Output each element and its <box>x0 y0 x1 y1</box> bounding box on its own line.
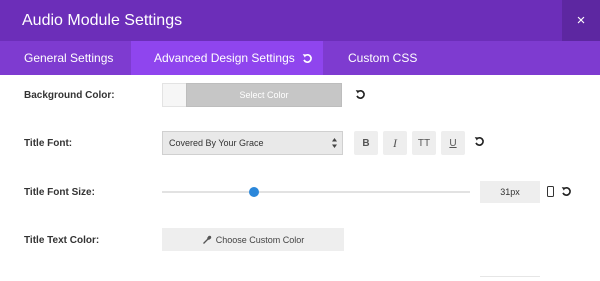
italic-label: I <box>393 135 397 150</box>
reset-icon[interactable] <box>561 186 572 197</box>
font-size-value: 31px <box>500 187 520 197</box>
title-text-color-label: Title Text Color: <box>24 235 100 246</box>
tab-custom-css[interactable]: Custom CSS <box>323 41 433 75</box>
background-color-swatch[interactable] <box>162 83 186 107</box>
title-font-label: Title Font: <box>24 138 73 149</box>
tab-general-settings[interactable]: General Settings <box>0 41 131 75</box>
select-color-button[interactable]: Select Color <box>186 83 342 107</box>
title-font-select[interactable]: Covered By Your Grace <box>162 131 343 155</box>
uppercase-label: TT <box>417 137 431 149</box>
choose-custom-color-label: Choose Custom Color <box>215 234 305 245</box>
background-color-label: Background Color: <box>24 90 115 101</box>
select-color-label: Select Color <box>239 90 289 100</box>
modal-title: Audio Module Settings <box>22 12 183 29</box>
bold-label: B <box>362 137 370 149</box>
mobile-icon[interactable] <box>547 186 554 197</box>
title-font-value: Covered By Your Grace <box>169 138 264 148</box>
eyedropper-icon <box>202 235 211 244</box>
reset-icon[interactable] <box>302 53 313 64</box>
choose-custom-color-button[interactable]: Choose Custom Color <box>162 228 344 251</box>
bold-button[interactable]: B <box>354 131 378 155</box>
close-button[interactable]: × <box>562 0 600 41</box>
font-size-input[interactable]: 31px <box>480 181 540 203</box>
tab-label: Custom CSS <box>348 51 418 65</box>
underline-label: U <box>449 137 457 149</box>
select-arrows-icon <box>332 138 337 148</box>
tab-advanced-design-settings[interactable]: Advanced Design Settings <box>131 41 323 75</box>
tab-bar: General Settings Advanced Design Setting… <box>0 41 600 75</box>
italic-button[interactable]: I <box>383 131 407 155</box>
reset-icon[interactable] <box>474 136 485 147</box>
uppercase-button[interactable]: TT <box>412 131 436 155</box>
tab-label: Advanced Design Settings <box>154 51 295 65</box>
reset-icon[interactable] <box>355 89 366 100</box>
font-size-slider[interactable] <box>162 191 470 193</box>
underline-button[interactable]: U <box>441 131 465 155</box>
title-font-size-label: Title Font Size: <box>24 187 95 198</box>
tab-label: General Settings <box>24 51 114 65</box>
font-size-slider-thumb[interactable] <box>249 187 260 197</box>
close-icon: × <box>576 12 586 29</box>
next-field-edge <box>480 276 540 277</box>
modal-header: Audio Module Settings × <box>0 0 600 41</box>
